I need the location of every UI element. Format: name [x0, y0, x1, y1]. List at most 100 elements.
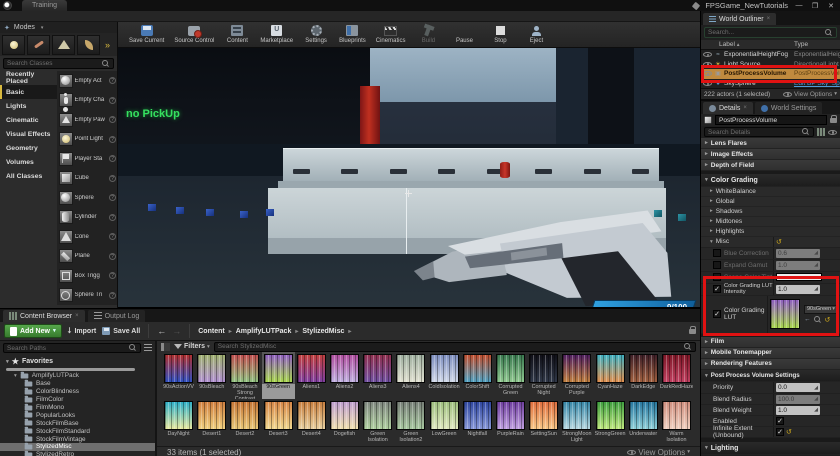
lut-intensity-value[interactable]: 1.0◢ [776, 285, 820, 294]
visibility-eye-icon[interactable] [703, 71, 712, 76]
outliner-view-options[interactable]: View Options ▾ [783, 91, 837, 98]
placeable-item[interactable]: Point Light ? [57, 130, 117, 150]
search-paths-input[interactable]: Search Paths [3, 343, 141, 353]
folder-row[interactable]: StockFilmStandard [0, 427, 155, 435]
lut-asset-tile[interactable]: StrongGreen [593, 399, 626, 446]
lut-asset-tile[interactable]: Aliens2 [328, 352, 361, 399]
cb-view-options[interactable]: View Options ▾ [627, 448, 690, 456]
section-ppv-settings[interactable]: ▾Post Process Volume Settings [701, 370, 840, 383]
lock-icon[interactable] [830, 118, 837, 123]
folder-row[interactable]: StylizedMisc [0, 443, 155, 451]
scene-color-tint-swatch[interactable] [776, 273, 822, 281]
lut-asset-tile[interactable]: PurpleRain [494, 399, 527, 446]
modes-category[interactable]: Basic [0, 85, 57, 99]
lut-asset-tile[interactable]: Aliens4 [394, 352, 427, 399]
landscape-mode-button[interactable] [52, 35, 75, 55]
placeable-item[interactable]: Sphere Tri ? [57, 286, 117, 306]
lut-asset-tile[interactable]: SettingSun [527, 399, 560, 446]
section-color-grading[interactable]: ▾Color Grading [701, 174, 840, 187]
blend-weight-value[interactable]: 1.0◢ [776, 406, 820, 415]
breadcrumb-segment[interactable]: Content▸ [198, 328, 231, 335]
reset-to-default-icon[interactable]: ↺ [825, 316, 831, 324]
outliner-row[interactable]: ☀ Light Source DirectionalLight [701, 60, 840, 70]
modes-category[interactable]: Volumes [0, 155, 57, 169]
tab-world-outliner[interactable]: World Outliner × [703, 13, 776, 25]
lut-asset-tile[interactable]: StrongMoon Light [560, 399, 593, 446]
modes-category[interactable]: Cinematic [0, 113, 57, 127]
visibility-eye-icon[interactable] [703, 52, 712, 57]
folder-row[interactable]: Base [0, 380, 155, 388]
lut-asset-tile[interactable]: Aliens3 [361, 352, 394, 399]
help-icon[interactable]: ? [109, 77, 116, 84]
folder-row[interactable]: PopularLooks [0, 411, 155, 419]
lut-asset-tile[interactable]: DarkEdge [627, 352, 660, 399]
lut-checkbox[interactable] [713, 310, 721, 318]
section-image-effects[interactable]: ▸Image Effects [701, 149, 840, 160]
close-icon[interactable]: × [75, 313, 79, 319]
use-selected-asset-icon[interactable]: ← [804, 316, 811, 323]
lut-asset-tile[interactable]: Corrupted Green [494, 352, 527, 399]
lut-asset-tile[interactable]: Green Isolation [361, 399, 394, 446]
tab-world-settings[interactable]: World Settings [755, 102, 822, 114]
folder-row[interactable]: ▾ AmplifyLUTPack [0, 372, 155, 380]
breadcrumb-segment[interactable]: StylizedMisc▸ [302, 328, 351, 335]
help-icon[interactable]: ? [109, 175, 116, 182]
section-film[interactable]: ▸Film [701, 337, 840, 348]
lut-asset-tile[interactable]: Corrupted Purple [560, 352, 593, 399]
lut-intensity-checkbox[interactable] [713, 285, 721, 293]
lut-asset-thumbnail[interactable] [770, 299, 800, 329]
folder-row[interactable]: StockFilmBase [0, 419, 155, 427]
lut-asset-tile[interactable]: Warm Isolation [660, 399, 693, 446]
browse-to-asset-icon[interactable] [814, 316, 822, 324]
help-icon[interactable]: ? [109, 116, 116, 123]
toolbar-button[interactable]: Build [415, 24, 441, 44]
modes-category[interactable]: Recently Placed [0, 71, 57, 85]
sources-list-icon[interactable] [144, 344, 152, 352]
section-lens-flares[interactable]: ▸Lens Flares [701, 138, 840, 149]
help-icon[interactable]: ? [109, 194, 116, 201]
toolbar-button[interactable]: Pause [451, 24, 477, 44]
folder-row[interactable]: ColorBlindness [0, 388, 155, 396]
lut-asset-tile[interactable]: 90sGreen [262, 352, 295, 399]
modes-category[interactable]: All Classes [0, 169, 57, 183]
lut-asset-dropdown[interactable]: 90sGreen▾ [804, 305, 838, 314]
placeable-item[interactable]: Player Sta ? [57, 149, 117, 169]
lut-asset-tile[interactable]: DayNight [162, 399, 195, 446]
lut-asset-tile[interactable]: Aliens1 [295, 352, 328, 399]
help-icon[interactable]: ? [109, 97, 116, 104]
property-matrix-icon[interactable] [817, 128, 825, 136]
import-button[interactable]: ⭣ Import [68, 326, 97, 336]
details-search-input[interactable]: Search Details [704, 127, 814, 137]
subsection-global[interactable]: ▸Global [701, 197, 840, 207]
save-all-button[interactable]: Save All [102, 327, 140, 335]
modes-category[interactable]: Visual Effects [0, 127, 57, 141]
asset-search-input[interactable]: Search StylizedMisc [214, 342, 696, 352]
toolbar-button[interactable]: Content [224, 24, 250, 44]
toolbar-button[interactable]: Eject [523, 24, 549, 44]
outliner-search-input[interactable]: Search... [704, 27, 837, 38]
lut-asset-tile[interactable]: Desert4 [295, 399, 328, 446]
place-mode-button[interactable] [2, 35, 25, 55]
help-icon[interactable]: ? [109, 155, 116, 162]
close-button[interactable]: ✕ [826, 2, 836, 10]
maximize-button[interactable]: ❐ [810, 2, 820, 10]
section-rendering-features[interactable]: ▸Rendering Features [701, 359, 840, 370]
lut-asset-tile[interactable]: Desert1 [195, 399, 228, 446]
minimize-button[interactable]: — [794, 2, 804, 9]
placeable-item[interactable]: Empty Act ? [57, 71, 117, 91]
toolbar-button[interactable]: Save Current [129, 24, 164, 44]
lut-asset-tile[interactable]: DarkRedHaze [660, 352, 693, 399]
section-lighting[interactable]: ▾Lighting [701, 442, 840, 455]
toolbar-button[interactable]: Stop [487, 24, 513, 44]
lut-asset-tile[interactable]: Green Isolation2 [394, 399, 427, 446]
visibility-eye-icon[interactable] [703, 81, 712, 86]
help-icon[interactable]: ? [109, 253, 116, 260]
breadcrumb-segment[interactable]: AmplifyLUTPack▸ [236, 328, 299, 335]
lut-asset-tile[interactable]: CyanHaze [593, 352, 626, 399]
filters-button[interactable]: Filters ▾ [174, 343, 210, 350]
favorites-header[interactable]: ▾★ Favorites [0, 355, 155, 367]
lock-content-browser-icon[interactable] [689, 329, 696, 334]
folder-row[interactable]: StylizedRetro [0, 451, 155, 456]
subsection-shadows[interactable]: ▸Shadows [701, 207, 840, 217]
folder-row[interactable]: FilmColor [0, 396, 155, 404]
